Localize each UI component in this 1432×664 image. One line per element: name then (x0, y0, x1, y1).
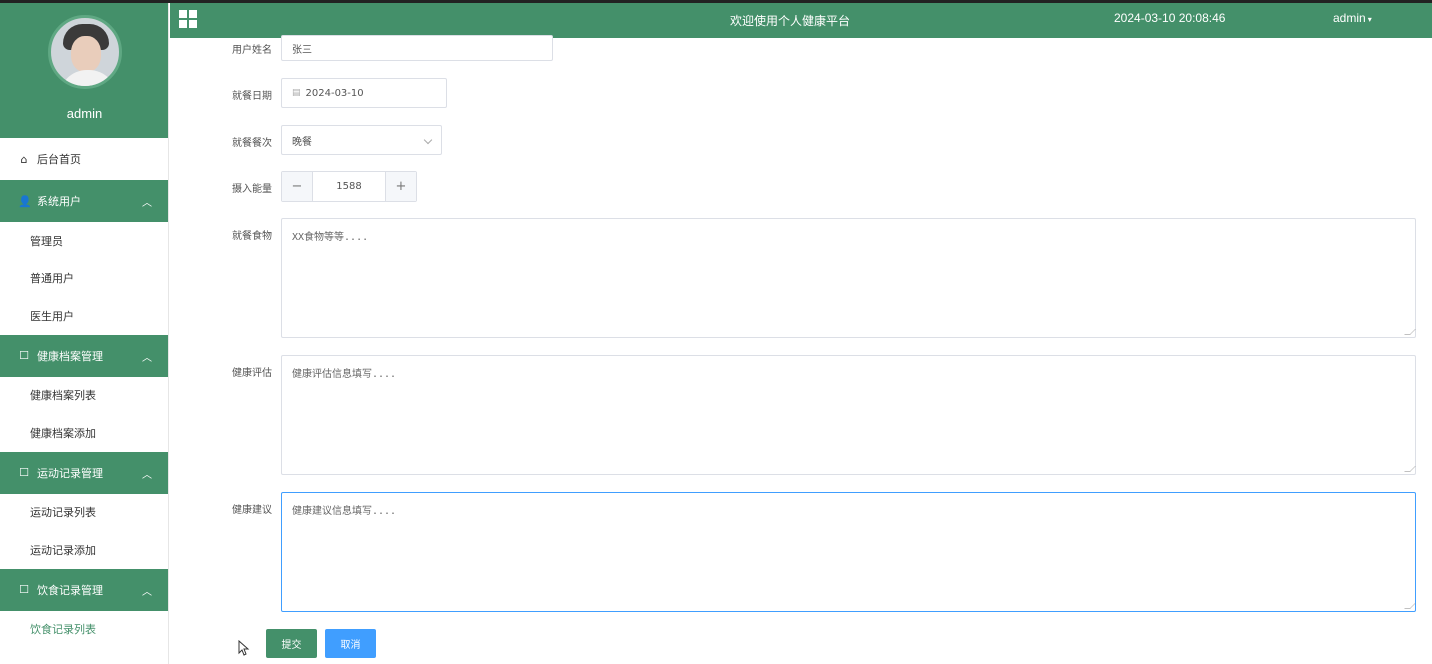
sidebar-group-label: 饮食记录管理 (37, 583, 103, 597)
resize-handle-icon[interactable] (1404, 466, 1416, 472)
sidebar-group-diet-records[interactable]: ☐ 饮食记录管理 ︿ (0, 568, 168, 611)
header-user-menu[interactable]: admin ▾ (1333, 11, 1372, 25)
sidebar-item-label: 健康档案添加 (30, 426, 96, 440)
note-icon: ☐ (19, 466, 29, 479)
assessment-textarea[interactable]: 健康评估信息填写.... (281, 355, 1416, 475)
sidebar-item-label: 管理员 (30, 234, 63, 248)
avatar-face (71, 36, 101, 72)
chevron-down-icon (423, 135, 433, 145)
energy-label: 摄入能量 (232, 184, 272, 195)
sidebar-group-label: 系统用户 (37, 195, 81, 208)
note-icon: ☐ (19, 583, 29, 596)
sidebar-group-health-records[interactable]: ☐ 健康档案管理 ︿ (0, 334, 168, 377)
caret-down-icon: ▾ (1367, 15, 1372, 24)
sidebar-item-label: 后台首页 (37, 153, 81, 166)
sidebar-item-label: 运动记录列表 (30, 506, 96, 520)
profile-panel: admin (0, 3, 168, 138)
sidebar-item-exercise-add[interactable]: 运动记录添加 (0, 531, 168, 569)
header-title: 欢迎使用个人健康平台 (730, 14, 851, 28)
sidebar-group-system-users[interactable]: 👤 系统用户 ︿ (0, 180, 168, 222)
chevron-up-icon: ︿ (142, 198, 152, 209)
resize-handle-icon[interactable] (1404, 329, 1416, 335)
profile-username: admin (66, 106, 103, 121)
assessment-label: 健康评估 (232, 368, 272, 379)
sidebar-item-normal-users[interactable]: 普通用户 (0, 259, 168, 297)
sidebar-group-label: 运动记录管理 (37, 466, 103, 480)
decrement-button[interactable]: − (282, 172, 312, 201)
advice-placeholder: 健康建议信息填写.... (292, 506, 397, 517)
sidebar-item-label: 医生用户 (30, 309, 74, 323)
chevron-up-icon: ︿ (142, 469, 152, 481)
meal-date-label: 就餐日期 (232, 91, 272, 102)
sidebar-item-label: 普通用户 (30, 272, 74, 286)
home-icon: ⌂ (20, 152, 28, 166)
resize-handle-icon[interactable] (1404, 603, 1416, 609)
meal-type-value: 晚餐 (292, 136, 312, 148)
advice-label: 健康建议 (232, 505, 272, 516)
assessment-placeholder: 健康评估信息填写.... (292, 369, 397, 380)
diet-record-form: 用户姓名 张三 就餐日期 ▤ 2024-03-10 就餐餐次 晚餐 摄入能量 −… (170, 35, 1432, 664)
calendar-icon: ▤ (292, 88, 301, 98)
sidebar-item-health-record-list[interactable]: 健康档案列表 (0, 376, 168, 414)
sidebar-item-label: 健康档案列表 (30, 389, 96, 403)
avatar[interactable] (48, 15, 122, 89)
header-username: admin (1333, 11, 1366, 25)
sidebar: admin ⌂ 后台首页 👤 系统用户 ︿ 管理员 普通用户 医生用户 ☐ 健康… (0, 3, 169, 664)
cancel-button[interactable]: 取消 (325, 629, 376, 658)
menu-grid-icon[interactable] (179, 10, 197, 28)
energy-value[interactable]: 1588 (312, 172, 386, 201)
advice-textarea[interactable]: 健康建议信息填写.... (281, 492, 1416, 612)
food-textarea[interactable]: XX食物等等.... (281, 218, 1416, 338)
user-icon: 👤 (18, 194, 32, 208)
note-icon: ☐ (19, 349, 29, 362)
sidebar-item-home[interactable]: ⌂ 后台首页 (0, 138, 168, 180)
chevron-up-icon: ︿ (142, 586, 152, 598)
food-placeholder: XX食物等等.... (292, 232, 369, 243)
meal-type-select[interactable]: 晚餐 (281, 125, 442, 155)
chevron-up-icon: ︿ (142, 352, 152, 364)
meal-type-label: 就餐餐次 (232, 138, 272, 149)
sidebar-item-exercise-list[interactable]: 运动记录列表 (0, 493, 168, 531)
user-name-input[interactable]: 张三 (281, 35, 553, 61)
energy-stepper[interactable]: − 1588 + (281, 171, 417, 202)
sidebar-item-health-record-add[interactable]: 健康档案添加 (0, 414, 168, 452)
meal-date-picker[interactable]: ▤ 2024-03-10 (281, 78, 447, 108)
top-header: 欢迎使用个人健康平台 2024-03-10 20:08:46 admin ▾ (170, 3, 1432, 38)
sidebar-item-label: 运动记录添加 (30, 543, 96, 557)
sidebar-item-admins[interactable]: 管理员 (0, 222, 168, 260)
mouse-cursor-icon (238, 640, 250, 656)
sidebar-group-exercise-records[interactable]: ☐ 运动记录管理 ︿ (0, 451, 168, 494)
food-label: 就餐食物 (232, 231, 272, 242)
sidebar-item-doctor-users[interactable]: 医生用户 (0, 297, 168, 335)
sidebar-group-label: 健康档案管理 (37, 349, 103, 363)
submit-button[interactable]: 提交 (266, 629, 317, 658)
sidebar-item-diet-list[interactable]: 饮食记录列表 (0, 610, 168, 648)
user-name-label: 用户姓名 (232, 45, 272, 56)
header-datetime: 2024-03-10 20:08:46 (1114, 11, 1226, 25)
increment-button[interactable]: + (386, 172, 416, 201)
user-name-value: 张三 (292, 44, 312, 56)
avatar-shirt (59, 70, 117, 86)
sidebar-item-label: 饮食记录列表 (30, 623, 96, 637)
meal-date-value: 2024-03-10 (305, 87, 364, 99)
